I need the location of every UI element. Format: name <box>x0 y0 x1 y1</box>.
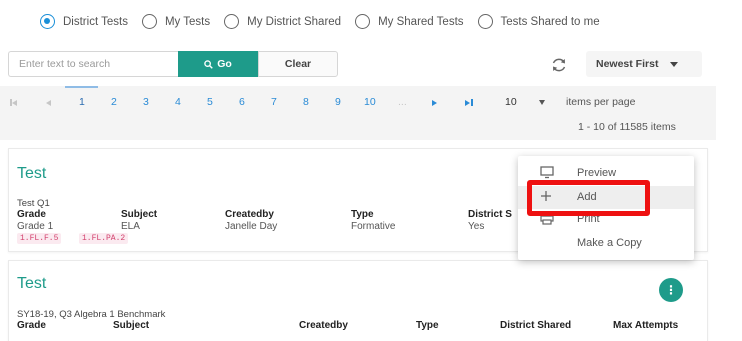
sort-selected: Newest First <box>596 58 659 70</box>
plus-icon <box>541 191 551 201</box>
filter-tests-shared-to-me[interactable]: Tests Shared to me <box>477 14 600 29</box>
kebab-icon: ⋮ <box>665 283 677 297</box>
current-page-indicator <box>65 86 98 88</box>
filter-label: My Tests <box>164 15 211 28</box>
go-button[interactable]: Go <box>178 51 258 77</box>
menu-item-label: Preview <box>577 167 617 179</box>
value-createdby: Janelle Day <box>225 221 278 232</box>
col-header-max-attempts: Max Attempts <box>613 320 679 331</box>
menu-item-preview[interactable]: Preview <box>518 162 694 185</box>
menu-item-label: Print <box>577 213 600 225</box>
col-header-createdby: Createdby <box>299 320 348 331</box>
prev-page-icon[interactable] <box>46 100 51 106</box>
page-link-8[interactable]: 8 <box>303 96 309 108</box>
per-page-value[interactable]: 10 <box>505 96 517 108</box>
menu-item-label: Add <box>577 191 597 203</box>
printer-icon <box>540 212 554 225</box>
page-ellipsis[interactable]: ... <box>398 96 407 108</box>
next-page-icon[interactable] <box>432 100 437 106</box>
col-header-type: Type <box>416 320 439 331</box>
col-header-grade: Grade <box>17 320 46 331</box>
col-header-subject: Subject <box>113 320 150 331</box>
page-link-2[interactable]: 2 <box>111 96 117 108</box>
page-link-5[interactable]: 5 <box>207 96 213 108</box>
menu-item-print[interactable]: Print <box>518 208 694 231</box>
per-page-label: items per page <box>566 96 636 108</box>
test-card: Test ⋮ SY18-19, Q3 Algebra 1 Benchmark G… <box>8 260 708 341</box>
filter-my-tests[interactable]: My Tests <box>141 14 211 29</box>
menu-item-add[interactable]: Add <box>518 186 694 209</box>
filter-label: District Tests <box>63 15 128 28</box>
page-link-10[interactable]: 10 <box>364 96 376 108</box>
chevron-down-icon <box>670 61 679 67</box>
radio-tests-shared-to-me[interactable] <box>477 14 493 29</box>
filter-label: My District Shared <box>247 15 342 28</box>
page-link-1[interactable]: 1 <box>79 96 85 108</box>
filter-label: My Shared Tests <box>378 15 464 28</box>
menu-item-label: Make a Copy <box>577 237 642 249</box>
go-label: Go <box>217 58 232 70</box>
radio-my-shared-tests[interactable] <box>355 14 371 29</box>
col-header-district-shared: District S <box>468 209 512 220</box>
standard-tag: 1.FL.F.5 <box>17 233 62 244</box>
page-link-3[interactable]: 3 <box>143 96 149 108</box>
col-header-subject: Subject <box>121 209 158 220</box>
test-title[interactable]: Test <box>17 275 46 293</box>
page-link-7[interactable]: 7 <box>271 96 277 108</box>
value-grade: Grade 1 <box>17 221 54 232</box>
more-options-button[interactable]: ⋮ <box>659 278 683 302</box>
filter-district-tests[interactable]: District Tests <box>40 14 128 29</box>
refresh-icon[interactable] <box>550 56 568 74</box>
value-district-shared: Yes <box>468 221 485 232</box>
test-actions-menu: Preview Add Print Make a Copy <box>518 156 694 260</box>
radio-my-tests[interactable] <box>141 14 157 29</box>
filter-my-shared-tests[interactable]: My Shared Tests <box>355 14 464 29</box>
col-header-type: Type <box>351 209 374 220</box>
radio-my-district-shared[interactable] <box>224 14 240 29</box>
test-title[interactable]: Test <box>17 165 46 183</box>
clear-button[interactable]: Clear <box>258 51 338 77</box>
test-description: Test Q1 <box>17 198 50 209</box>
monitor-icon <box>540 166 554 179</box>
last-page-bar-icon <box>471 99 473 106</box>
col-header-district-shared: District Shared <box>500 320 572 331</box>
page-link-9[interactable]: 9 <box>335 96 341 108</box>
chevron-down-icon[interactable] <box>539 100 545 105</box>
value-subject: ELA <box>121 221 140 232</box>
sort-dropdown[interactable]: Newest First <box>586 51 702 77</box>
standard-tag: 1.FL.PA.2 <box>79 233 129 244</box>
page-link-4[interactable]: 4 <box>175 96 181 108</box>
col-header-createdby: Createdby <box>225 209 274 220</box>
value-type: Formative <box>351 221 396 232</box>
pagination-bar: 1 2 3 4 5 6 7 8 9 10 ... 10 items per pa… <box>0 86 716 140</box>
test-filter-group: District Tests My Tests My District Shar… <box>40 14 600 29</box>
search-input[interactable] <box>8 51 178 77</box>
filter-my-district-shared[interactable]: My District Shared <box>224 14 341 29</box>
item-range-info: 1 - 10 of 11585 items <box>578 121 676 133</box>
search-icon <box>204 59 213 69</box>
filter-label: Tests Shared to me <box>500 15 600 28</box>
radio-district-tests[interactable] <box>40 14 55 29</box>
test-description: SY18-19, Q3 Algebra 1 Benchmark <box>17 309 166 320</box>
first-page-icon[interactable] <box>12 100 17 106</box>
col-header-grade: Grade <box>17 209 46 220</box>
page-link-6[interactable]: 6 <box>239 96 245 108</box>
last-page-icon[interactable] <box>465 100 470 106</box>
menu-item-make-a-copy[interactable]: Make a Copy <box>518 232 694 255</box>
